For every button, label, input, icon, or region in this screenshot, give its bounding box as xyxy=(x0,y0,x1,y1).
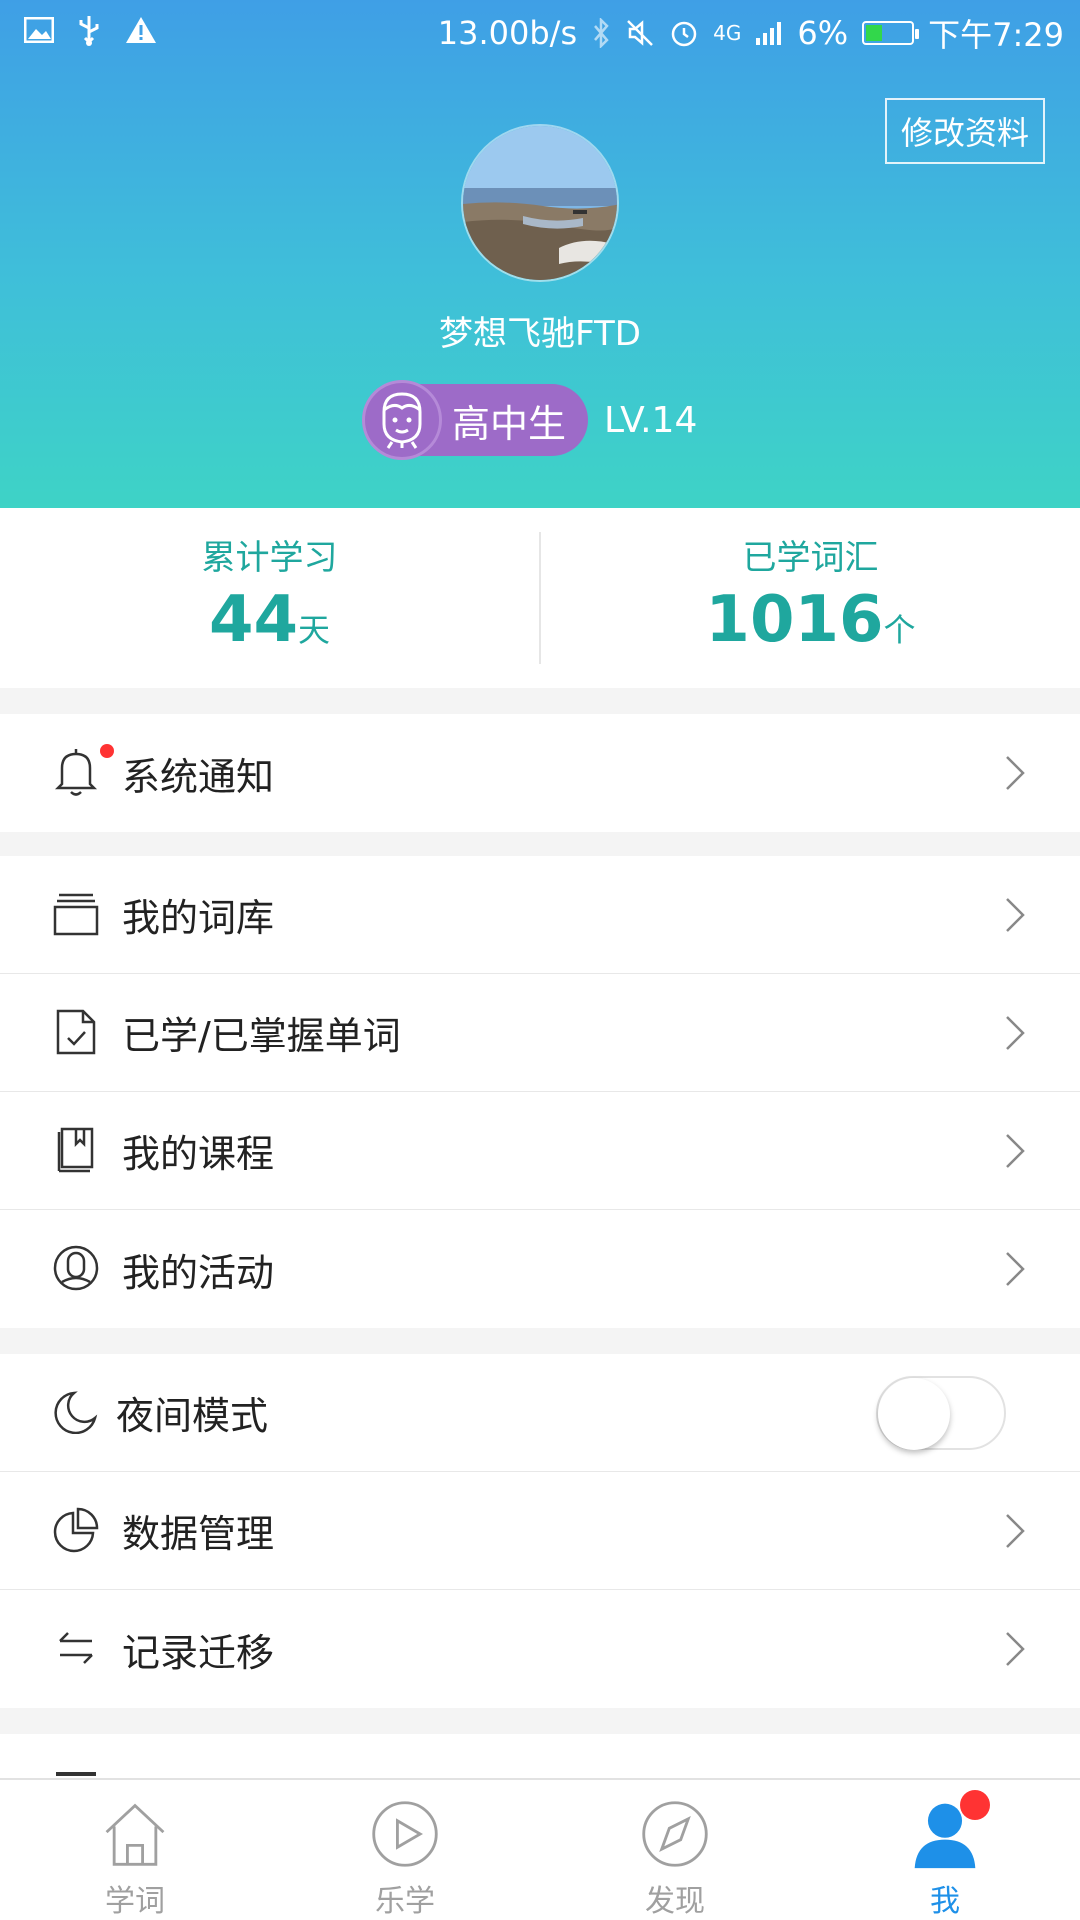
clock: 下午7:29 xyxy=(928,16,1064,54)
menu-item-label: 夜间模式 xyxy=(116,1394,269,1438)
book-icon xyxy=(50,1124,102,1176)
pie-icon xyxy=(50,1504,102,1556)
status-bar: 13.00b/s 4G 6% 下午7:29 xyxy=(0,0,1080,62)
status-right: 13.00b/s 4G 6% 下午7:29 xyxy=(438,10,1064,56)
avatar-image xyxy=(463,126,617,280)
chevron-right-icon xyxy=(1006,898,1025,932)
image-icon xyxy=(24,17,54,43)
stat-number: 44 xyxy=(208,582,299,657)
chevron-right-icon xyxy=(1006,1016,1025,1050)
stat-unit: 个 xyxy=(883,610,916,649)
menu-item-label: 我的活动 xyxy=(122,1250,275,1295)
night-mode-toggle[interactable] xyxy=(876,1376,1006,1450)
level-title: 高中生 xyxy=(452,401,567,446)
mute-icon xyxy=(627,20,654,46)
chevron-right-icon xyxy=(1006,1514,1025,1548)
menu-item-night-mode: 夜间模式 xyxy=(0,1354,1080,1472)
moon-icon xyxy=(50,1386,102,1438)
notification-dot xyxy=(100,744,114,758)
menu-item-label: 我的词库 xyxy=(122,896,275,940)
toggle-knob xyxy=(878,1378,950,1450)
profile-header: 13.00b/s 4G 6% 下午7:29 修改资料 梦想飞驰FTD 高中生 L… xyxy=(0,0,1080,508)
menu-item-label: 记录迁移 xyxy=(122,1630,275,1675)
menu-item-label: 我的课程 xyxy=(122,1132,275,1176)
avatar[interactable] xyxy=(461,124,619,282)
play-icon xyxy=(372,1801,438,1867)
menu-item-record-migration[interactable]: 记录迁移 xyxy=(0,1590,1080,1708)
compass-icon xyxy=(642,1801,708,1867)
activity-icon xyxy=(50,1242,102,1294)
menu-group-notifications: 系统通知 xyxy=(0,714,1080,832)
nav-label: 发现 xyxy=(645,1884,705,1919)
menu-group-settings: 夜间模式 数据管理 记录迁移 xyxy=(0,1354,1080,1708)
stat-value: 44天 xyxy=(209,583,330,657)
stats-panel: 累计学习 44天 已学词汇 1016个 xyxy=(0,508,1080,688)
alarm-icon xyxy=(671,21,697,47)
nav-tab-learn-words[interactable]: 学词 xyxy=(0,1780,270,1920)
signal-icon xyxy=(756,22,782,45)
nav-label: 学词 xyxy=(105,1884,165,1919)
chevron-right-icon xyxy=(1006,1134,1025,1168)
stat-study-days: 累计学习 44天 xyxy=(0,508,539,688)
stat-unit: 天 xyxy=(298,610,331,649)
nav-label: 我 xyxy=(930,1884,960,1919)
nav-tab-discover[interactable]: 发现 xyxy=(540,1780,810,1920)
menu-item-data-management[interactable]: 数据管理 xyxy=(0,1472,1080,1590)
menu-item-courses[interactable]: 我的课程 xyxy=(0,1092,1080,1210)
stat-number: 1016 xyxy=(705,582,884,657)
nav-label: 乐学 xyxy=(375,1884,435,1919)
document-check-icon xyxy=(50,1006,102,1058)
level-badge: 高中生 xyxy=(362,380,589,460)
menu-group-learning: 我的词库 已学/已掌握单词 我的课程 我的活动 xyxy=(0,856,1080,1328)
home-icon xyxy=(105,1803,165,1866)
usb-icon xyxy=(79,16,99,46)
transfer-icon xyxy=(50,1622,102,1674)
username: 梦想飞驰FTD xyxy=(439,314,641,354)
bell-icon xyxy=(50,746,102,798)
network-type: 4G xyxy=(713,21,742,45)
battery-percent: 6% xyxy=(797,14,849,52)
warning-icon xyxy=(126,17,156,43)
stat-label: 已学词汇 xyxy=(742,537,879,578)
menu-item-notification[interactable]: 系统通知 xyxy=(0,714,1080,832)
menu-group-more xyxy=(0,1734,1080,1778)
menu-item-wordbook[interactable]: 我的词库 xyxy=(0,856,1080,974)
chevron-right-icon xyxy=(1006,1632,1025,1666)
menu-item-label: 系统通知 xyxy=(122,754,275,799)
level-row: 高中生 LV.14 xyxy=(362,380,698,460)
chevron-right-icon xyxy=(1006,756,1025,790)
menu-item-label: 数据管理 xyxy=(122,1512,275,1556)
nav-tab-me[interactable]: 我 xyxy=(810,1780,1080,1920)
nav-badge-dot xyxy=(960,1790,990,1820)
stack-icon xyxy=(50,888,102,940)
network-speed: 13.00b/s xyxy=(437,14,578,52)
battery-icon xyxy=(862,21,920,45)
bluetooth-icon xyxy=(594,18,609,48)
bottom-nav: 学词 乐学 发现 我 xyxy=(0,1778,1080,1920)
partial-icon xyxy=(56,1772,96,1776)
menu-item-learned-words[interactable]: 已学/已掌握单词 xyxy=(0,974,1080,1092)
level-number: LV.14 xyxy=(604,399,698,441)
status-left-icons xyxy=(24,14,158,46)
menu-item-activities[interactable]: 我的活动 xyxy=(0,1210,1080,1328)
stat-learned-words: 已学词汇 1016个 xyxy=(541,508,1080,688)
stat-value: 1016个 xyxy=(705,583,915,657)
chevron-right-icon xyxy=(1006,1252,1025,1286)
student-face-icon xyxy=(362,380,442,460)
menu-item-label: 已学/已掌握单词 xyxy=(122,1014,401,1058)
stat-label: 累计学习 xyxy=(201,537,338,578)
nav-tab-fun-learn[interactable]: 乐学 xyxy=(270,1780,540,1920)
edit-profile-button[interactable]: 修改资料 xyxy=(885,98,1045,164)
